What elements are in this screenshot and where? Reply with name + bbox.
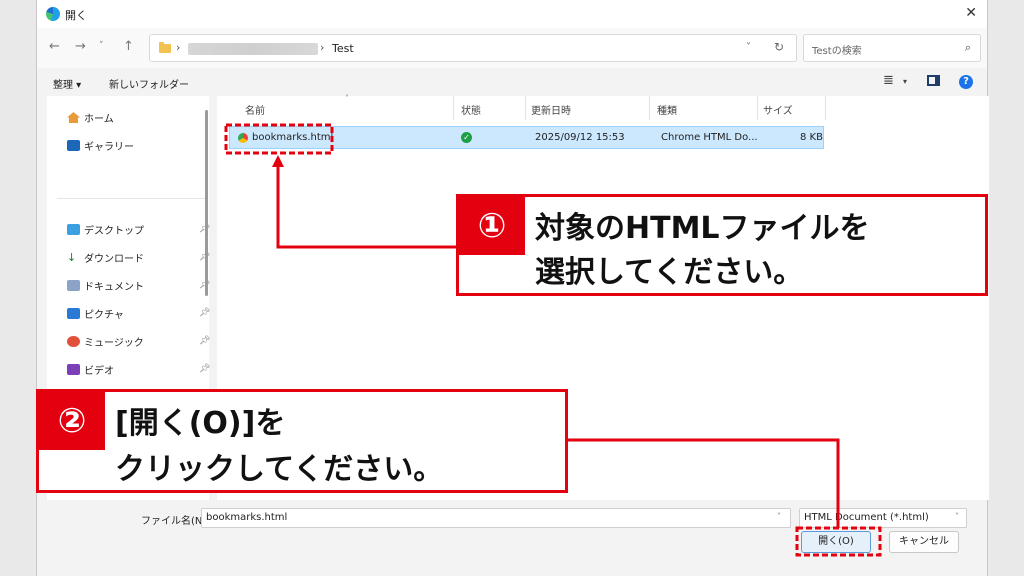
music-icon xyxy=(67,336,80,347)
callout-step-2: ② [開く(O)]を クリックしてください。 xyxy=(36,389,568,493)
filename-label: ファイル名(N): xyxy=(141,516,210,527)
up-icon[interactable]: ↑ xyxy=(123,39,134,54)
file-name: bookmarks.html xyxy=(252,132,334,143)
address-dropdown-icon[interactable]: ˅ xyxy=(746,42,751,53)
title-bar: 開く ✕ xyxy=(37,0,987,28)
cancel-button[interactable]: キャンセル xyxy=(889,531,959,553)
column-divider[interactable] xyxy=(453,96,454,120)
sidebar-item-downloads[interactable]: ↓ ダウンロード xyxy=(67,250,144,265)
column-header-date[interactable]: 更新日時 xyxy=(531,102,571,117)
callout-text: 選択してください。 xyxy=(535,255,804,290)
command-bar: 整理 ▾ 新しいフォルダー ≣ ▾ ? xyxy=(37,70,987,94)
sidebar-item-label: ミュージック xyxy=(84,338,144,349)
sidebar-item-home[interactable]: ホーム xyxy=(67,110,114,125)
video-icon xyxy=(67,364,80,375)
chrome-icon xyxy=(238,133,248,143)
organize-label: 整理 xyxy=(53,80,73,91)
callout-step-1: ① 対象のHTMLファイルを 選択してください。 xyxy=(456,194,988,296)
sidebar-item-desktop[interactable]: デスクトップ xyxy=(67,222,144,237)
step-badge: ① xyxy=(459,197,525,255)
preview-pane-icon[interactable] xyxy=(927,75,940,86)
pin-icon[interactable]: 📌︎ xyxy=(199,308,210,318)
gallery-icon xyxy=(67,140,80,151)
open-button[interactable]: 開く(O) xyxy=(801,531,871,553)
sidebar-item-pictures[interactable]: ピクチャ xyxy=(67,306,124,321)
blurred-path xyxy=(188,43,318,55)
back-icon[interactable]: ← xyxy=(49,39,60,54)
breadcrumb-separator-icon: › xyxy=(176,41,181,54)
sidebar-item-label: ドキュメント xyxy=(84,282,144,293)
home-icon xyxy=(67,112,80,123)
callout-text: [開く(O)]を xyxy=(115,406,286,441)
column-header-type[interactable]: 種類 xyxy=(657,102,677,117)
address-bar[interactable]: › › Test ˅ ↻ xyxy=(149,34,797,62)
download-icon: ↓ xyxy=(67,251,77,264)
close-icon[interactable]: ✕ xyxy=(965,5,977,21)
file-type-select[interactable]: HTML Document (*.html) xyxy=(799,508,967,528)
pin-icon[interactable]: 📌︎ xyxy=(199,336,210,346)
pin-icon[interactable]: 📌︎ xyxy=(199,364,210,374)
breadcrumb-current[interactable]: Test xyxy=(332,42,354,55)
file-type: Chrome HTML Do... xyxy=(661,132,758,143)
sidebar-item-videos[interactable]: ビデオ xyxy=(67,362,114,377)
file-type-dropdown-icon[interactable]: ˅ xyxy=(955,512,959,521)
file-row[interactable]: bookmarks.html ✓ 2025/09/12 15:53 Chrome… xyxy=(229,126,824,149)
column-divider[interactable] xyxy=(825,96,826,120)
sidebar-item-music[interactable]: ミュージック xyxy=(67,334,144,349)
recent-chevron-icon[interactable]: ˅ xyxy=(99,41,104,51)
sidebar-item-label: ダウンロード xyxy=(84,254,144,265)
callout-text: 対象のHTMLファイルを xyxy=(535,211,870,246)
sidebar-item-label: ホーム xyxy=(84,114,114,125)
search-placeholder: Testの検索 xyxy=(812,46,862,57)
callout-text: クリックしてください。 xyxy=(115,452,444,487)
search-icon[interactable]: ⌕ xyxy=(965,41,971,55)
organize-button[interactable]: 整理 ▾ xyxy=(53,76,81,91)
sidebar-item-label: デスクトップ xyxy=(84,226,144,237)
column-divider[interactable] xyxy=(525,96,526,120)
navigation-bar: ← → ˅ ↑ › › Test ˅ ↻ Testの検索 ⌕ xyxy=(37,28,987,68)
column-header-status[interactable]: 状態 xyxy=(461,102,481,117)
folder-icon xyxy=(159,42,171,53)
new-folder-button[interactable]: 新しいフォルダー xyxy=(109,76,189,91)
help-icon[interactable]: ? xyxy=(959,75,973,89)
sync-status-icon: ✓ xyxy=(461,132,472,143)
file-size: 8 KB xyxy=(800,132,823,143)
sidebar-item-label: ビデオ xyxy=(84,366,114,377)
sidebar-item-gallery[interactable]: ギャラリー xyxy=(67,138,134,153)
filename-input[interactable]: bookmarks.html xyxy=(201,508,791,528)
file-date: 2025/09/12 15:53 xyxy=(535,132,625,143)
desktop-icon xyxy=(67,224,80,235)
sidebar-item-label: ギャラリー xyxy=(84,142,134,153)
column-divider[interactable] xyxy=(649,96,650,120)
view-dropdown-icon[interactable]: ▾ xyxy=(903,77,907,86)
sidebar-scrollbar[interactable] xyxy=(205,110,208,296)
column-divider[interactable] xyxy=(757,96,758,120)
view-list-icon[interactable]: ≣ xyxy=(883,73,894,88)
edge-icon xyxy=(46,7,60,21)
search-box[interactable]: Testの検索 ⌕ xyxy=(803,34,981,62)
document-icon xyxy=(67,280,80,291)
refresh-icon[interactable]: ↻ xyxy=(774,40,784,54)
filename-dropdown-icon[interactable]: ˅ xyxy=(777,512,781,521)
step-badge: ② xyxy=(39,392,105,450)
sort-arrow-icon: ˄ xyxy=(345,94,349,103)
sidebar-item-documents[interactable]: ドキュメント xyxy=(67,278,144,293)
column-header-size[interactable]: サイズ xyxy=(763,102,793,117)
dialog-footer: ファイル名(N): bookmarks.html ˅ HTML Document… xyxy=(37,500,987,576)
breadcrumb-separator-icon: › xyxy=(320,41,325,54)
divider xyxy=(57,198,205,199)
window-title: 開く xyxy=(65,9,87,22)
forward-icon[interactable]: → xyxy=(75,39,86,54)
pictures-icon xyxy=(67,308,80,319)
sidebar-item-label: ピクチャ xyxy=(84,310,124,321)
column-header-name[interactable]: 名前 xyxy=(245,102,265,117)
